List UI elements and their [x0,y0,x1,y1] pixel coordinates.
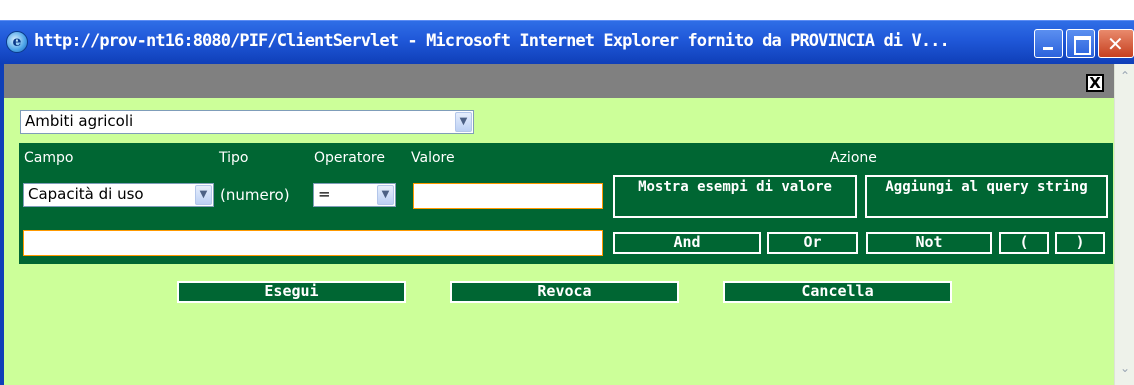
add-to-query-button[interactable]: Aggiungi al query string [865,175,1108,218]
browser-window: e http://prov-nt16:8080/PIF/ClientServle… [0,0,1134,385]
minimize-button[interactable] [1034,29,1063,58]
not-button[interactable]: Not [866,232,992,254]
window-title: http://prov-nt16:8080/PIF/ClientServlet … [34,31,950,51]
title-bar: e http://prov-nt16:8080/PIF/ClientServle… [0,20,1134,64]
chevron-down-icon[interactable]: ▼ [455,112,472,132]
clear-button[interactable]: Cancella [723,281,952,303]
header-tipo: Tipo [219,150,249,166]
close-paren-button[interactable]: ) [1055,232,1105,254]
scroll-down-icon[interactable]: ⌄ [1117,360,1133,376]
execute-button[interactable]: Esegui [177,281,406,303]
vertical-scrollbar[interactable]: ⌃ ⌄ [1114,64,1134,385]
close-dialog-button[interactable]: X [1086,74,1104,92]
value-input[interactable] [413,183,603,209]
header-operatore: Operatore [314,150,385,166]
or-button[interactable]: Or [767,232,858,254]
layer-select[interactable]: Ambiti agricoli ▼ [20,110,474,134]
chevron-down-icon[interactable]: ▼ [195,185,212,205]
open-paren-button[interactable]: ( [999,232,1049,254]
operator-select[interactable]: = ▼ [313,183,396,207]
scroll-up-icon[interactable]: ⌃ [1117,68,1133,84]
maximize-button[interactable] [1066,29,1095,58]
revoke-button[interactable]: Revoca [450,281,679,303]
dialog-header-strip [4,64,1114,98]
and-button[interactable]: And [613,232,761,254]
show-examples-button[interactable]: Mostra esempi di valore [613,175,857,218]
chevron-down-icon[interactable]: ▼ [377,185,394,205]
header-campo: Campo [24,150,74,166]
close-window-button[interactable] [1098,29,1134,58]
field-select[interactable]: Capacità di uso ▼ [23,183,214,207]
operator-select-value: = [318,185,331,203]
field-select-value: Capacità di uso [28,185,144,203]
query-string-input[interactable] [23,230,603,256]
field-type-label: (numero) [220,186,290,204]
layer-select-value: Ambiti agricoli [25,112,134,130]
header-azione: Azione [830,150,877,166]
internet-explorer-icon: e [6,31,28,53]
header-valore: Valore [411,150,455,166]
